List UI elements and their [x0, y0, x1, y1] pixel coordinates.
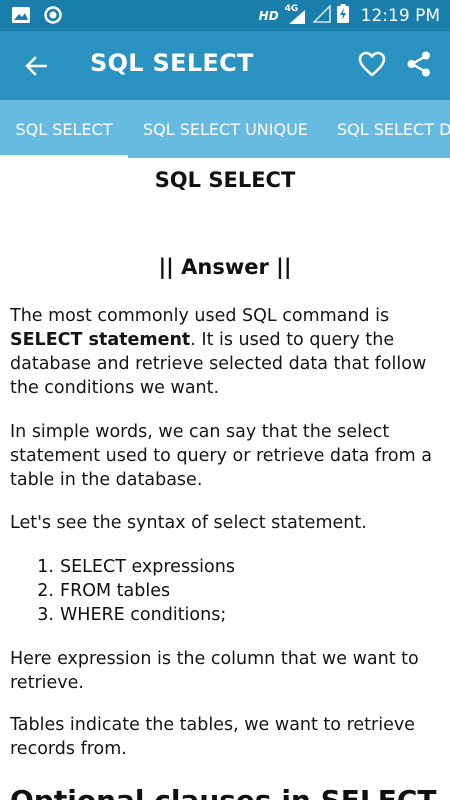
arrow-back-icon: [25, 56, 47, 76]
paragraph-simple-words: In simple words, we can say that the sel…: [10, 422, 432, 490]
list-item-number: 3.: [37, 605, 54, 625]
article-content[interactable]: SQL SELECT || Answer || The most commonl…: [10, 158, 440, 800]
status-bar: HD 4G 12:19 PM: [0, 0, 450, 31]
list-item: 3. WHERE conditions;: [10, 603, 440, 627]
paragraph-syntax: Let's see the syntax of select statement…: [10, 513, 367, 533]
status-bar-right: HD 4G 12:19 PM: [259, 4, 440, 27]
page-heading: SQL SELECT: [154, 168, 296, 192]
list-item-text: FROM tables: [60, 581, 171, 601]
signal-empty-icon: [312, 3, 331, 27]
syntax-list: 1. SELECT expressions 2. FROM tables 3. …: [10, 555, 440, 627]
network-hd-label: HD: [258, 8, 279, 23]
battery-charging-icon: [336, 4, 349, 27]
tab-sql-select-distinct[interactable]: SQL SELECT D: [337, 100, 450, 158]
paragraph-intro: The most commonly used SQL command is SE…: [10, 304, 440, 400]
signal-icon: 4G: [285, 4, 307, 25]
tab-bar: SQL SELECT SQL SELECT UNIQUE SQL SELECT …: [0, 100, 450, 158]
share-button[interactable]: [405, 50, 437, 82]
tab-sql-select-unique[interactable]: SQL SELECT UNIQUE: [143, 100, 308, 158]
app-title: SQL SELECT: [90, 49, 254, 77]
circle-status-icon: [44, 6, 62, 28]
paragraph-tables: Tables indicate the tables, we want to r…: [10, 715, 415, 759]
heart-outline-icon: [358, 51, 386, 77]
answer-heading: || Answer ||: [158, 255, 292, 279]
share-icon: [407, 51, 430, 77]
list-item-text: SELECT expressions: [60, 557, 235, 577]
image-icon: [12, 7, 30, 27]
tab-sql-select[interactable]: SQL SELECT: [0, 100, 128, 158]
favorite-button[interactable]: [357, 50, 389, 82]
list-item-text: WHERE conditions;: [60, 605, 227, 625]
back-button[interactable]: [20, 51, 52, 81]
status-bar-left: [12, 6, 62, 28]
bold-select-statement: SELECT statement: [10, 330, 191, 350]
list-item: 1. SELECT expressions: [10, 555, 440, 579]
list-item-number: 1.: [37, 557, 54, 577]
paragraph-intro-text: The most commonly used SQL command is: [10, 306, 390, 326]
status-time: 12:19 PM: [360, 5, 440, 26]
list-item-number: 2.: [37, 581, 54, 601]
app-bar: SQL SELECT: [0, 31, 450, 100]
section-heading-optional-clauses: Optional clauses in SELECT: [10, 784, 437, 800]
paragraph-expression: Here expression is the column that we wa…: [10, 649, 419, 693]
list-item: 2. FROM tables: [10, 579, 440, 603]
